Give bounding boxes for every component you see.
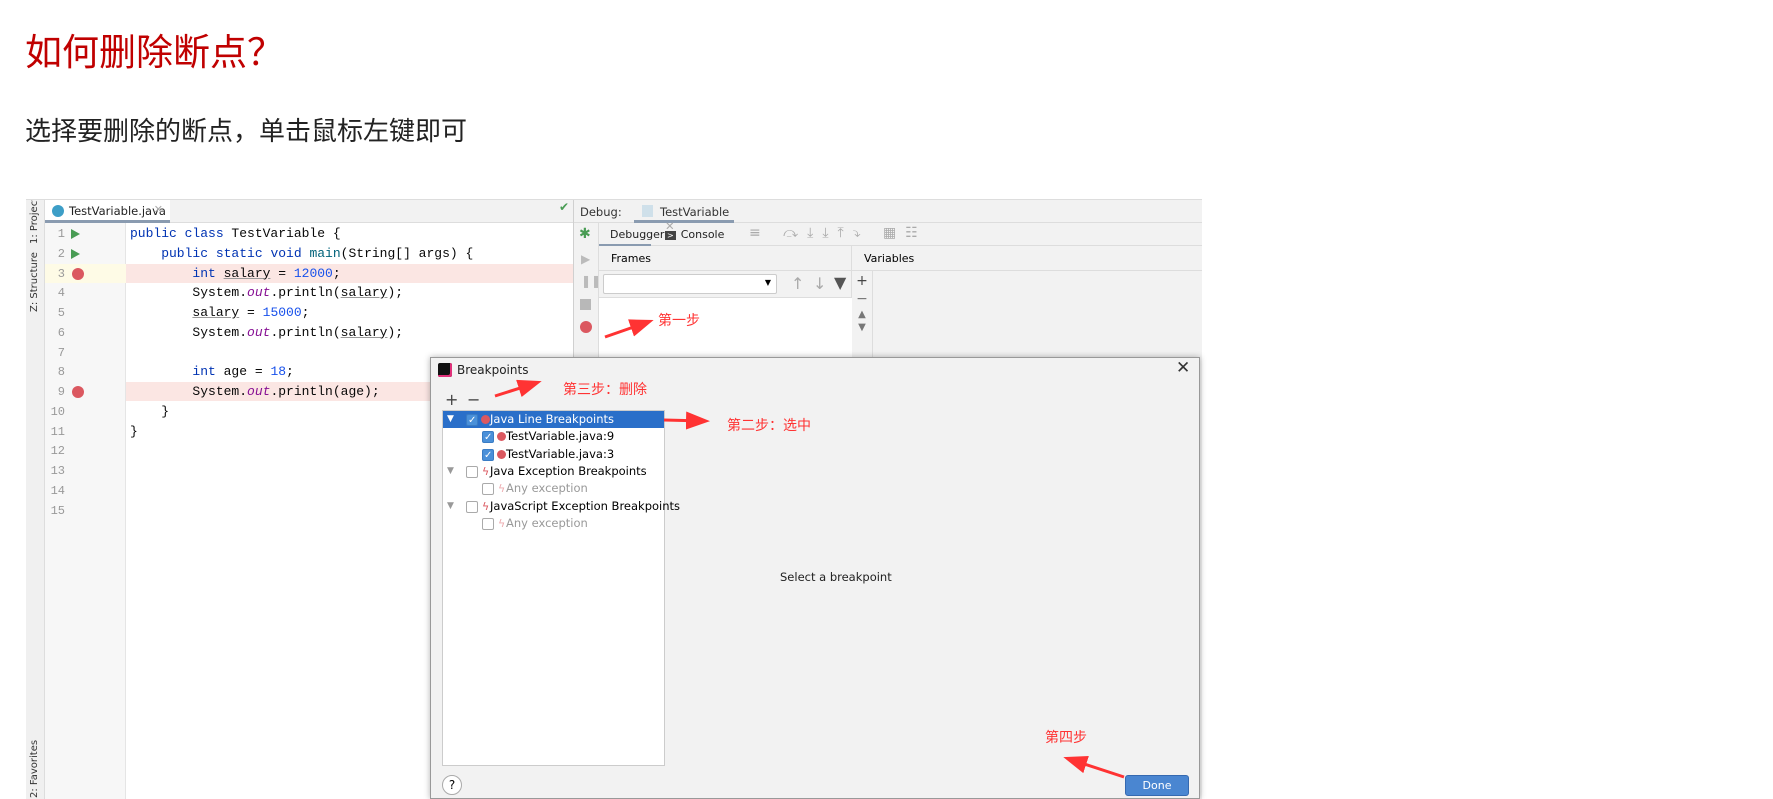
arrow-step3 [494, 379, 542, 398]
arrow-step1 [604, 319, 654, 339]
arrow-step2 [663, 411, 710, 430]
arrow-step4 [1063, 756, 1125, 779]
annotation-arrows [494, 319, 1125, 779]
